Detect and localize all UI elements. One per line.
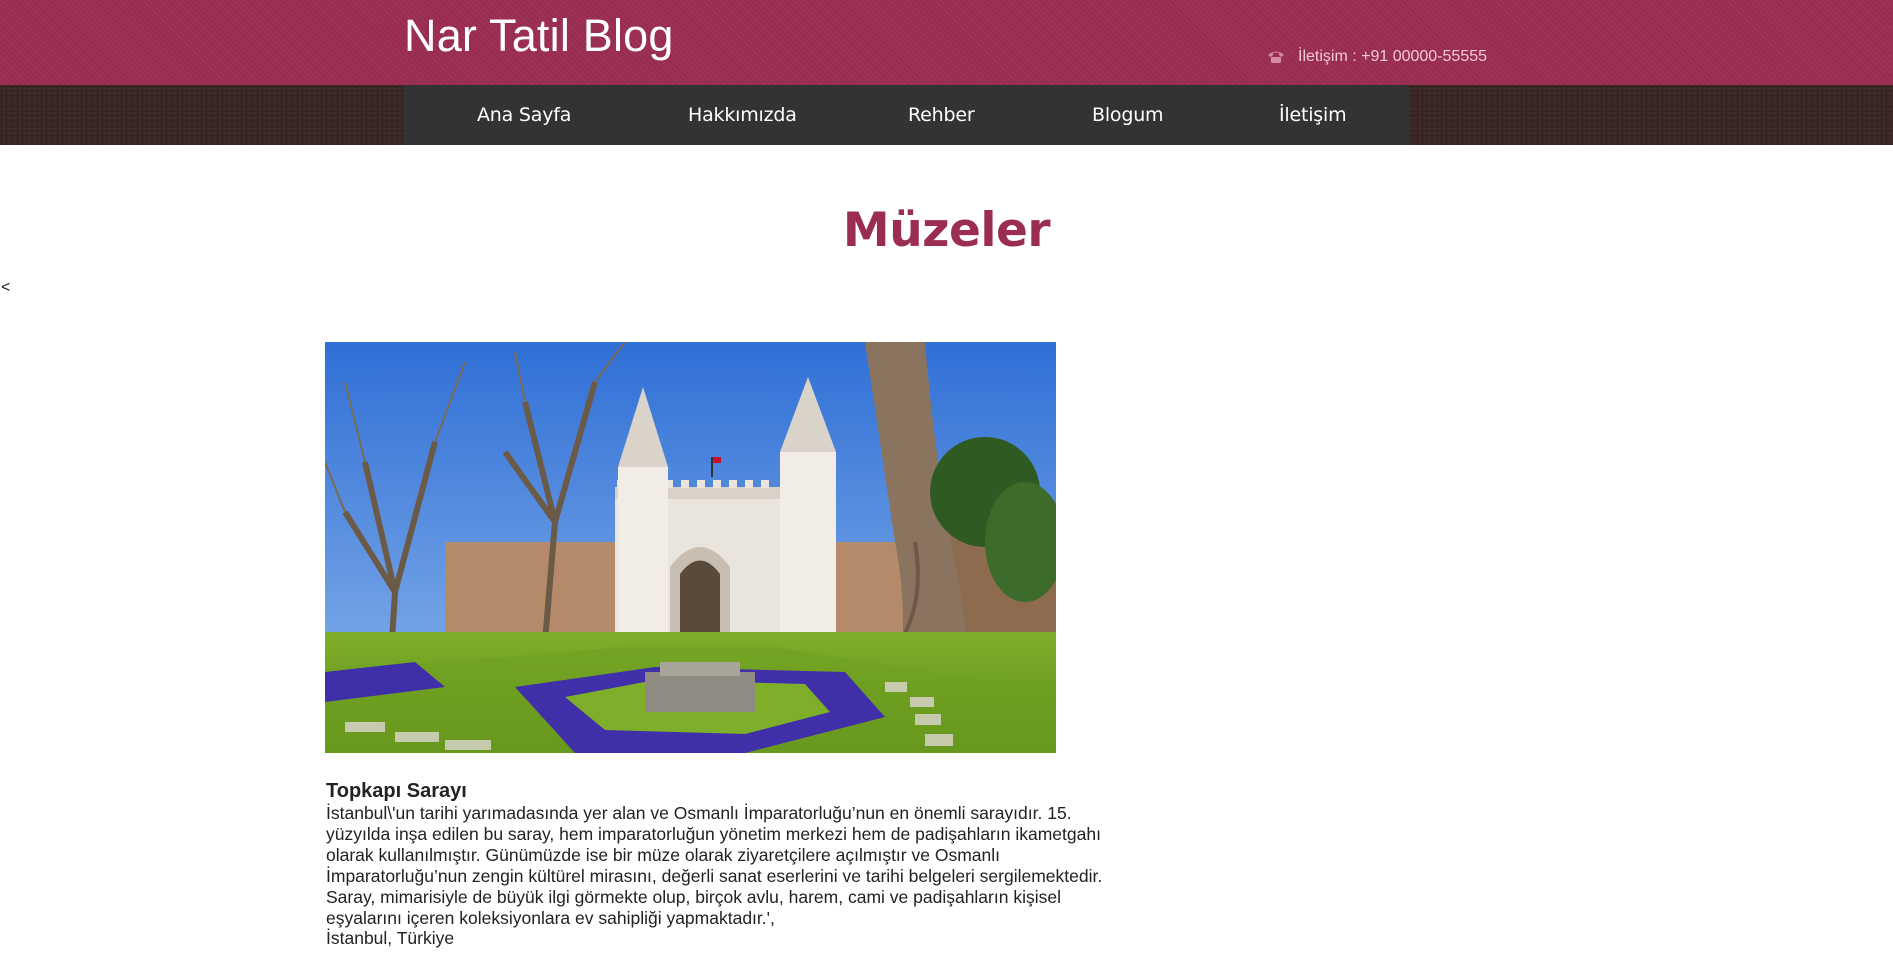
nav-item-hakkimizda[interactable]: Hakkımızda <box>688 85 797 145</box>
site-header: Nar Tatil Blog İletişim : +91 00000-5555… <box>0 0 1893 85</box>
contact-text: İletişim : +91 00000-55555 <box>1298 48 1488 65</box>
museum-photo <box>325 342 1056 753</box>
museum-description: İstanbul\'un tarihi yarımadasında yer al… <box>326 803 1103 928</box>
museum-title: Topkapı Sarayı <box>326 780 467 802</box>
nav-item-blogum[interactable]: Blogum <box>1092 85 1164 145</box>
nav-item-rehber[interactable]: Rehber <box>908 85 975 145</box>
site-title[interactable]: Nar Tatil Blog <box>404 10 674 62</box>
page-title: Müzeler <box>842 203 1051 258</box>
nav-bar: Ana Sayfa Hakkımızda Rehber Blogum İleti… <box>0 85 1893 145</box>
nav-item-iletisim[interactable]: İletişim <box>1279 85 1347 145</box>
nav-menu: Ana Sayfa Hakkımızda Rehber Blogum İleti… <box>404 85 1409 145</box>
museum-location: İstanbul, Türkiye <box>326 928 455 948</box>
contact-info: İletişim : +91 00000-55555 <box>1266 48 1487 66</box>
phone-icon <box>1266 49 1286 65</box>
stray-text: < <box>1 279 11 296</box>
nav-item-ana-sayfa[interactable]: Ana Sayfa <box>477 85 571 145</box>
